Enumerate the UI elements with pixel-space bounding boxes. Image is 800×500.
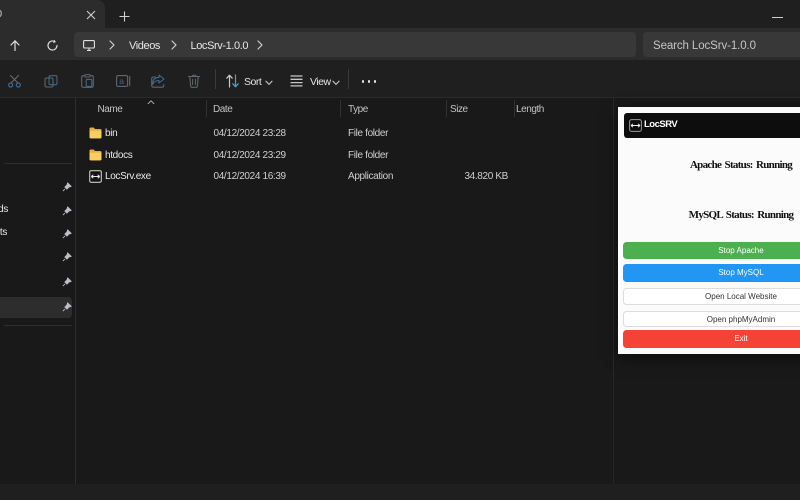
svg-text:a: a [119,76,124,86]
